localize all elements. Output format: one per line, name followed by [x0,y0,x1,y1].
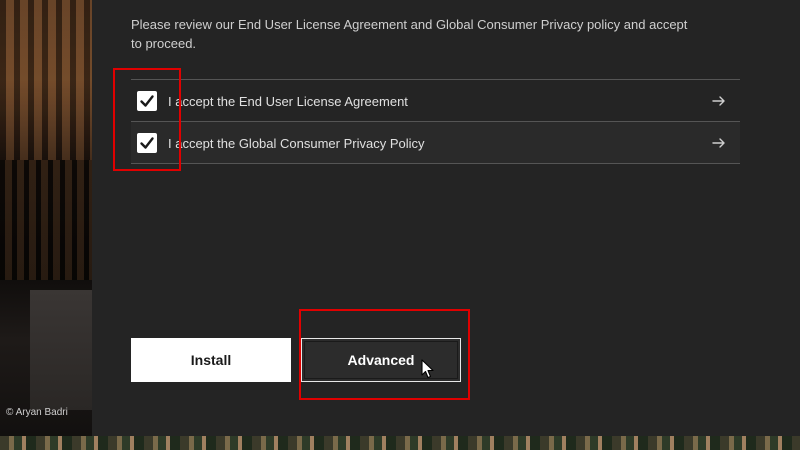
install-button[interactable]: Install [131,338,291,382]
lower-photo-area [30,290,92,410]
building-image [0,0,92,160]
arrow-right-icon[interactable] [712,136,726,150]
bottom-photo-strip [0,436,800,450]
privacy-label: I accept the Global Consumer Privacy Pol… [168,135,425,151]
water-reflection-image [0,160,92,280]
arrow-right-icon[interactable] [712,94,726,108]
eula-label: I accept the End User License Agreement [168,93,408,109]
background-photo [0,0,92,436]
divider [131,163,740,164]
checkbox-highlight [113,68,181,171]
intro-text: Please review our End User License Agree… [131,17,688,51]
photo-credit: © Aryan Badri [6,407,68,418]
mouse-pointer-icon [421,359,434,379]
advanced-highlight [299,309,470,400]
eula-agreement-row[interactable]: I accept the End User License Agreement [131,80,740,122]
privacy-agreement-row[interactable]: I accept the Global Consumer Privacy Pol… [131,122,740,164]
